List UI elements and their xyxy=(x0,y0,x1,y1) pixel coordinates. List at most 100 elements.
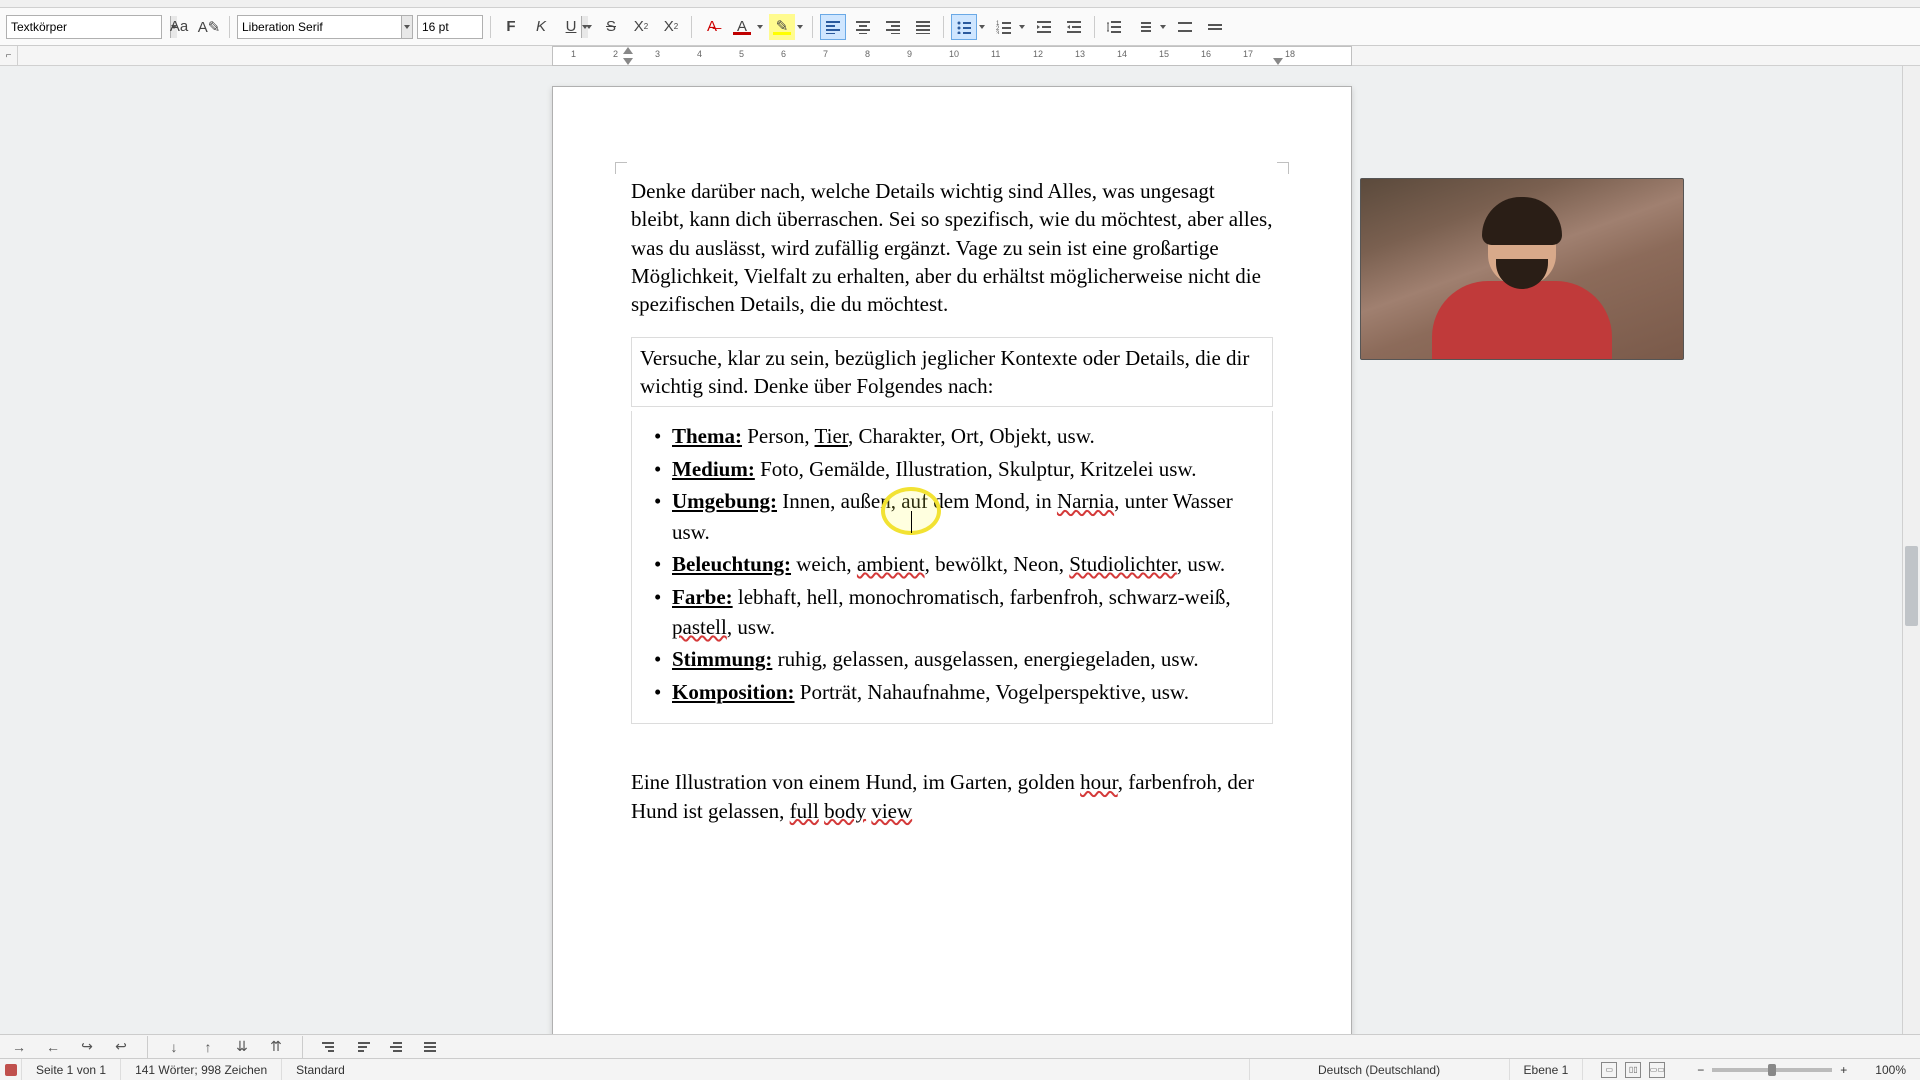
zoom-slider-knob[interactable] xyxy=(1768,1064,1776,1076)
nav-first-button[interactable]: → xyxy=(8,1038,30,1056)
status-page[interactable]: Seite 1 von 1 xyxy=(22,1059,121,1080)
vertical-scrollbar[interactable] xyxy=(1902,66,1920,1036)
item-key: Komposition: xyxy=(672,680,795,704)
align-center-button[interactable] xyxy=(850,14,876,40)
item-text: Tier xyxy=(815,424,848,448)
formatting-toolbar: Aа A✎ F K U S X2 X2 A̶ A ✎ xyxy=(0,8,1920,46)
promote-button[interactable] xyxy=(318,1038,340,1056)
scrollbar-thumb[interactable] xyxy=(1905,546,1918,626)
horizontal-ruler[interactable]: 123456789101112131415161718 xyxy=(552,46,1352,66)
nav-last-button[interactable]: ↩ xyxy=(110,1038,132,1056)
ruler-tick: 16 xyxy=(1201,49,1211,59)
increase-para-spacing-button[interactable] xyxy=(1172,14,1198,40)
underline-dropdown[interactable] xyxy=(584,14,594,40)
list-item[interactable]: Beleuchtung: weich, ambient, bewölkt, Ne… xyxy=(672,549,1256,579)
status-language[interactable]: Deutsch (Deutschland) xyxy=(1250,1059,1510,1080)
decrease-para-spacing-button[interactable] xyxy=(1202,14,1228,40)
list-item[interactable]: Umgebung: Innen, außen, auf dem Mond, in… xyxy=(672,486,1256,547)
status-word-count[interactable]: 141 Wörter; 998 Zeichen xyxy=(121,1059,282,1080)
demote-with-sub-button[interactable] xyxy=(420,1038,442,1056)
increase-indent-button[interactable] xyxy=(1031,14,1057,40)
view-multi-page-icon[interactable]: ▯▯ xyxy=(1625,1062,1641,1078)
paragraph-intro[interactable]: Denke darüber nach, welche Details wicht… xyxy=(631,177,1273,319)
zoom-out-button[interactable]: − xyxy=(1697,1063,1704,1077)
guidelines-list[interactable]: Thema: Person, Tier, Charakter, Ort, Obj… xyxy=(631,411,1273,724)
list-item[interactable]: Thema: Person, Tier, Charakter, Ort, Obj… xyxy=(672,421,1256,451)
numbered-list-dropdown[interactable] xyxy=(1017,14,1027,40)
ruler-tick: 6 xyxy=(781,49,786,59)
list-item[interactable]: Medium: Foto, Gemälde, Illustration, Sku… xyxy=(672,454,1256,484)
subscript-button[interactable]: X2 xyxy=(658,14,684,40)
move-up-button[interactable]: ↑ xyxy=(197,1038,219,1056)
note-text[interactable]: Versuche, klar zu sein, bezüglich jeglic… xyxy=(640,346,1249,398)
right-indent-marker[interactable] xyxy=(1273,58,1283,65)
align-right-button[interactable] xyxy=(880,14,906,40)
align-left-button[interactable] xyxy=(820,14,846,40)
tab-stop-type-button[interactable]: ⌐ xyxy=(0,46,18,65)
note-box[interactable]: Versuche, klar zu sein, bezüglich jeglic… xyxy=(631,337,1273,408)
bold-button[interactable]: F xyxy=(498,14,524,40)
presenter-webcam-overlay xyxy=(1360,178,1684,360)
nav-next-button[interactable]: ↪ xyxy=(76,1038,98,1056)
superscript-button[interactable]: X2 xyxy=(628,14,654,40)
highlight-color-dropdown[interactable] xyxy=(795,14,805,40)
item-key: Medium: xyxy=(672,457,755,481)
list-item[interactable]: Stimmung: ruhig, gelassen, ausgelassen, … xyxy=(672,644,1256,674)
new-style-button[interactable]: A✎ xyxy=(196,14,222,40)
font-name-combo[interactable] xyxy=(237,15,413,39)
item-text: Porträt, Nahaufnahme, Vogelperspektive, … xyxy=(795,680,1189,704)
first-line-indent-marker[interactable] xyxy=(623,47,633,54)
zoom-slider[interactable] xyxy=(1712,1068,1832,1072)
item-text: , bewölkt, Neon, xyxy=(925,552,1070,576)
status-layer[interactable]: Ebene 1 xyxy=(1510,1059,1584,1080)
spellcheck-word: full xyxy=(790,799,819,823)
decrease-indent-button[interactable] xyxy=(1061,14,1087,40)
list-item[interactable]: Farbe: lebhaft, hell, monochromatisch, f… xyxy=(672,582,1256,643)
status-page-style[interactable]: Standard xyxy=(282,1059,1249,1080)
move-down-with-sub-button[interactable]: ⇊ xyxy=(231,1038,253,1056)
spellcheck-word: Studiolichter xyxy=(1069,552,1177,576)
highlight-color-button[interactable]: ✎ xyxy=(769,14,795,40)
ruler-tick: 2 xyxy=(613,49,618,59)
bullet-list-dropdown[interactable] xyxy=(977,14,987,40)
paragraph-style-combo[interactable] xyxy=(6,15,162,39)
demote-button[interactable] xyxy=(352,1038,374,1056)
view-book-icon[interactable]: ▭▭ xyxy=(1649,1062,1665,1078)
font-name-input[interactable] xyxy=(238,16,401,38)
move-up-with-sub-button[interactable]: ⇈ xyxy=(265,1038,287,1056)
spellcheck-word: hour xyxy=(1080,770,1118,794)
item-text: weich, xyxy=(791,552,857,576)
spellcheck-word: view xyxy=(871,799,912,823)
move-down-button[interactable]: ↓ xyxy=(163,1038,185,1056)
nav-prev-button[interactable]: ← xyxy=(42,1038,64,1056)
para-spacing-increase-button[interactable] xyxy=(1102,14,1128,40)
clear-formatting-button[interactable]: A̶ xyxy=(699,14,725,40)
italic-button[interactable]: K xyxy=(528,14,554,40)
font-color-button[interactable]: A xyxy=(729,14,755,40)
bullet-list-button[interactable] xyxy=(951,14,977,40)
zoom-in-button[interactable]: + xyxy=(1840,1063,1847,1077)
underline-button[interactable]: U xyxy=(558,14,584,40)
font-name-dropdown[interactable] xyxy=(401,16,412,38)
prompt-text: Eine Illustration von einem Hund, im Gar… xyxy=(631,770,1080,794)
font-color-dropdown[interactable] xyxy=(755,14,765,40)
save-indicator-icon[interactable] xyxy=(0,1059,22,1080)
promote-with-sub-button[interactable] xyxy=(386,1038,408,1056)
paragraph-style-input[interactable] xyxy=(7,16,170,38)
spellcheck-word: body xyxy=(824,799,866,823)
line-spacing-button[interactable] xyxy=(1132,14,1158,40)
strikethrough-button[interactable]: S xyxy=(598,14,624,40)
list-item[interactable]: Komposition: Porträt, Nahaufnahme, Vogel… xyxy=(672,677,1256,707)
hanging-indent-marker[interactable] xyxy=(623,58,633,65)
status-zoom[interactable]: 100% xyxy=(1861,1059,1920,1080)
align-justify-button[interactable] xyxy=(910,14,936,40)
font-size-combo[interactable] xyxy=(417,15,483,39)
document-page[interactable]: Denke darüber nach, welche Details wicht… xyxy=(552,86,1352,1036)
ruler-tick: 18 xyxy=(1285,49,1295,59)
item-text: , usw. xyxy=(1177,552,1225,576)
paragraph-prompt[interactable]: Eine Illustration von einem Hund, im Gar… xyxy=(631,768,1273,825)
view-single-page-icon[interactable]: ▭ xyxy=(1601,1062,1617,1078)
line-spacing-dropdown[interactable] xyxy=(1158,14,1168,40)
numbered-list-button[interactable]: 123 xyxy=(991,14,1017,40)
update-style-button[interactable]: Aа xyxy=(166,14,192,40)
